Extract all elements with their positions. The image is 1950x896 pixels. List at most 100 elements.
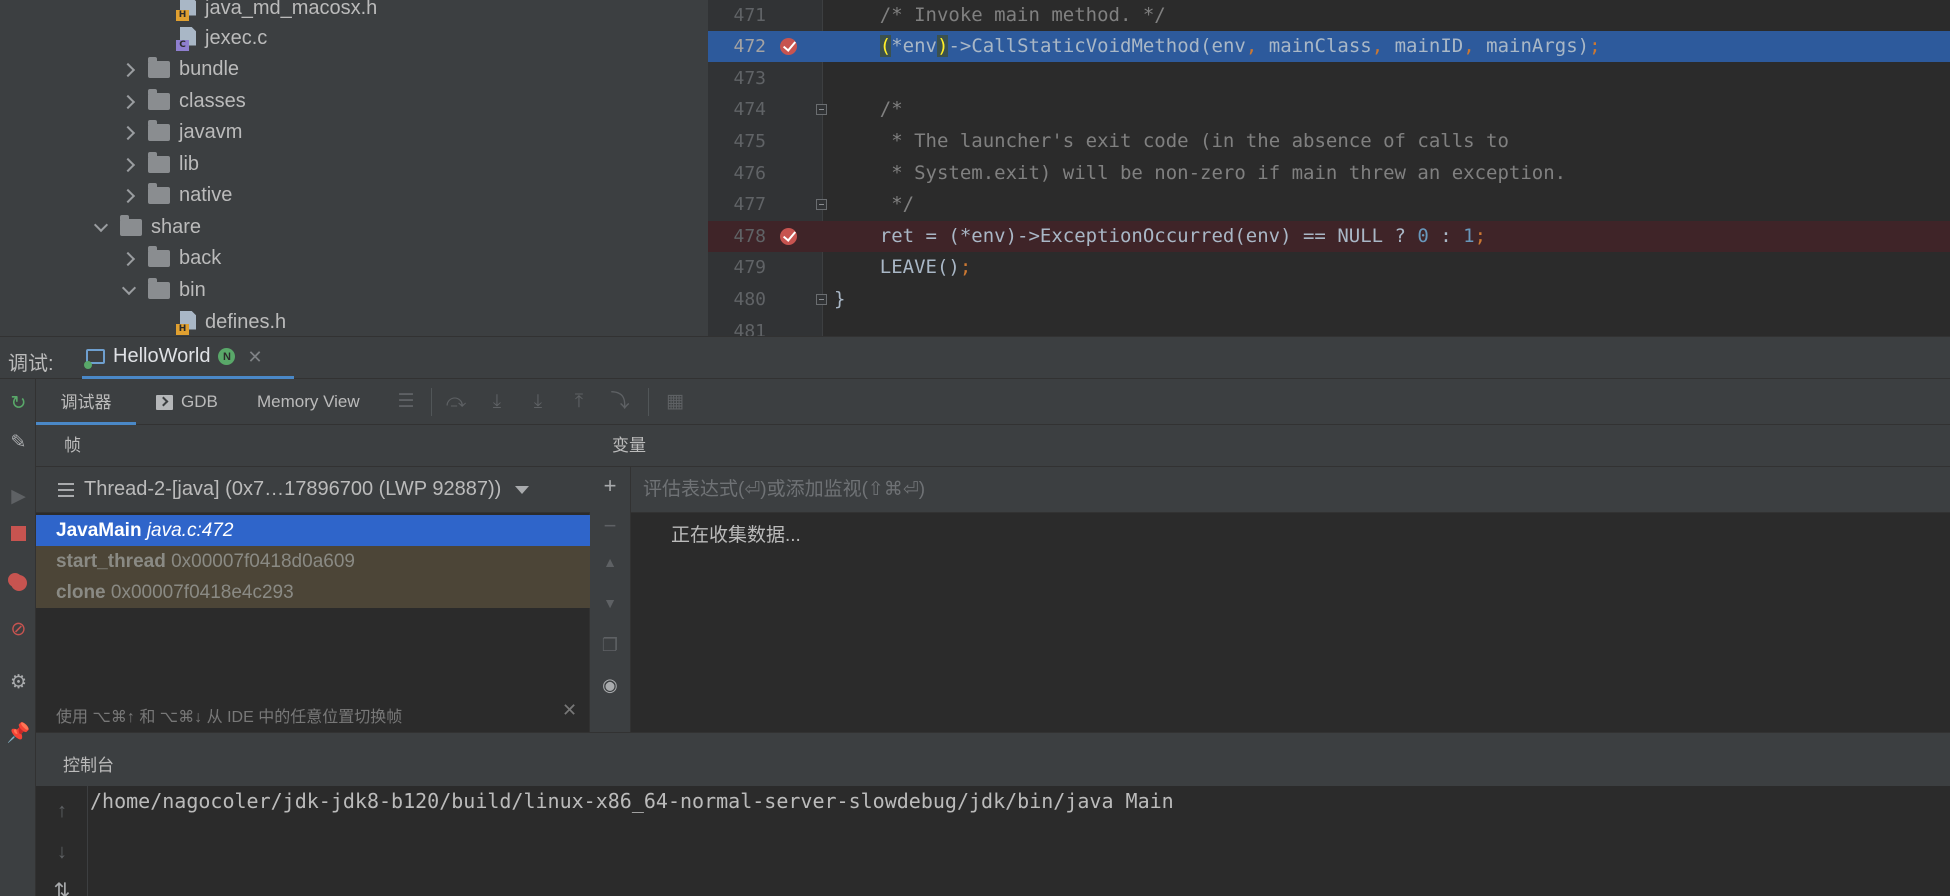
code-text: ret = (*env)->ExceptionOccurred(env) == … [834, 221, 1486, 252]
thread-selector[interactable]: Thread-2-[java] (0x7…17896700 (LWP 92887… [36, 467, 590, 513]
move-up-icon[interactable]: ▲ [598, 554, 622, 570]
step-over-icon[interactable]: ⤼ [444, 390, 468, 414]
tree-item-label: share [151, 216, 202, 238]
folder-icon [148, 246, 170, 267]
code-token: : [1428, 225, 1464, 247]
chevron-right-icon[interactable] [120, 156, 138, 174]
code-line[interactable]: 481 [708, 316, 1950, 336]
remove-watch-icon[interactable]: − [598, 513, 622, 539]
frames-panel: 帧 Thread-2-[java] (0x7…17896700 (LWP 928… [36, 425, 590, 732]
tab-debugger[interactable]: 调试器 [36, 379, 136, 425]
tree-file-java-md-macosx-h[interactable]: H java_md_macosx.h [176, 0, 377, 24]
code-token: } [834, 288, 846, 310]
code-editor[interactable]: 471 /* Invoke main method. */472 (*env)-… [708, 0, 1950, 336]
breakpoint-icon[interactable] [780, 228, 797, 245]
frames-title: 帧 [36, 425, 590, 467]
header-file-icon: H [176, 0, 198, 21]
force-step-into-icon[interactable]: ⤓ [526, 390, 550, 414]
add-watch-icon[interactable]: + [598, 473, 622, 499]
tree-folder-share[interactable]: share [92, 212, 201, 243]
chevron-right-icon[interactable] [120, 250, 138, 268]
fold-marker-icon[interactable] [816, 104, 827, 115]
folder-icon [148, 120, 170, 141]
fold-marker-icon[interactable] [816, 199, 827, 210]
tree-file-defines-h[interactable]: H defines.h [176, 307, 286, 336]
project-tree: H java_md_macosx.h C jexec.c bundle clas… [0, 0, 708, 336]
folder-icon [148, 152, 170, 173]
tree-item-label: bundle [179, 58, 240, 80]
close-tab-icon[interactable]: ✕ [247, 348, 262, 366]
c-file-icon: C [176, 26, 198, 51]
code-line[interactable]: 479 LEAVE(); [708, 252, 1950, 283]
frame-row[interactable]: JavaMain java.c:472 [36, 515, 590, 546]
tree-file-jexec-c[interactable]: C jexec.c [176, 23, 267, 54]
gear-icon[interactable]: ⚙ [8, 672, 29, 693]
tree-item-label: defines.h [205, 311, 287, 333]
tree-folder-back[interactable]: back [120, 243, 221, 274]
fold-marker-icon[interactable] [816, 294, 827, 305]
arrow-up-icon[interactable]: ↑ [50, 800, 74, 823]
close-hint-icon[interactable]: ✕ [562, 700, 577, 721]
code-line[interactable]: 475 * The launcher's exit code (in the a… [708, 126, 1950, 157]
code-line[interactable]: 476 * System.exit) will be non-zero if m… [708, 158, 1950, 189]
frame-row[interactable]: start_thread 0x00007f0418d0a609 [36, 546, 590, 577]
menu-icon[interactable]: ☰ [394, 390, 418, 414]
chevron-right-icon[interactable] [120, 93, 138, 111]
run-to-cursor-icon[interactable]: ⤵ [608, 390, 632, 414]
tree-folder-bin[interactable]: bin [120, 275, 206, 306]
code-token: ret = (*env)->ExceptionOccurred(env) == … [834, 225, 1418, 247]
step-into-icon[interactable]: ⤓ [485, 390, 509, 414]
soft-wrap-icon[interactable]: ⇅ [50, 878, 74, 896]
new-badge-icon: N [218, 348, 236, 365]
console-output[interactable]: /home/nagocoler/jdk-jdk8-b120/build/linu… [88, 786, 1950, 896]
console-icon [156, 394, 173, 410]
folder-icon [148, 89, 170, 110]
debug-session-tab[interactable]: HelloWorld N ✕ [82, 337, 294, 380]
code-text: (*env)->CallStaticVoidMethod(env, mainCl… [834, 31, 1601, 62]
evaluate-expression-icon[interactable]: ▦ [663, 390, 687, 414]
tree-folder-bundle[interactable]: bundle [120, 54, 239, 85]
wrench-icon[interactable]: ✎ [8, 432, 29, 453]
breakpoint-icon[interactable] [780, 38, 797, 55]
evaluate-expression-input[interactable]: 评估表达式(⏎)或添加监视(⇧⌘⏎) [631, 467, 1950, 513]
tree-folder-native[interactable]: native [120, 180, 232, 211]
line-number: 480 [733, 289, 766, 310]
arrow-down-icon[interactable]: ↓ [50, 841, 74, 864]
stop-icon[interactable] [8, 523, 29, 544]
chevron-right-icon[interactable] [120, 124, 138, 142]
tab-gdb[interactable]: GDB [156, 379, 218, 425]
rerun-icon[interactable]: ↻ [8, 393, 29, 414]
move-down-icon[interactable]: ▼ [598, 595, 622, 611]
code-token: mainClass [1268, 35, 1372, 57]
view-breakpoints-icon[interactable] [8, 572, 29, 593]
pin-icon[interactable]: 📌 [7, 722, 31, 744]
mute-breakpoints-icon[interactable]: ⊘ [8, 619, 29, 640]
copy-icon[interactable]: ❐ [598, 635, 622, 656]
resume-icon[interactable]: ▶ [8, 486, 29, 507]
code-line[interactable]: 477 */ [708, 189, 1950, 220]
code-token: , [1245, 35, 1269, 57]
tab-memory-view[interactable]: Memory View [257, 379, 360, 425]
chevron-right-icon[interactable] [120, 61, 138, 79]
chevron-down-icon[interactable] [92, 219, 110, 237]
frame-row[interactable]: clone 0x00007f0418e4c293 [36, 577, 590, 608]
tree-folder-classes[interactable]: classes [120, 86, 246, 117]
eye-icon[interactable]: ◉ [598, 675, 622, 696]
code-line[interactable]: 472 (*env)->CallStaticVoidMethod(env, ma… [708, 31, 1950, 62]
chevron-down-icon[interactable] [120, 282, 138, 300]
code-line[interactable]: 471 /* Invoke main method. */ [708, 0, 1950, 31]
frame-location: java.c:472 [146, 520, 234, 541]
tree-folder-lib[interactable]: lib [120, 149, 199, 180]
tab-label: GDB [181, 392, 218, 411]
code-line[interactable]: 474 /* [708, 94, 1950, 125]
code-text: * System.exit) will be non-zero if main … [834, 158, 1566, 189]
code-line[interactable]: 480} [708, 284, 1950, 315]
code-line[interactable]: 473 [708, 63, 1950, 94]
chevron-right-icon[interactable] [120, 187, 138, 205]
tree-folder-javavm[interactable]: javavm [120, 117, 242, 148]
step-out-icon[interactable]: ⤒ [567, 390, 591, 414]
code-line[interactable]: 478 ret = (*env)->ExceptionOccurred(env)… [708, 221, 1950, 252]
debug-tool-window-header: 调试: HelloWorld N ✕ [0, 336, 1950, 380]
folder-icon [148, 278, 170, 299]
